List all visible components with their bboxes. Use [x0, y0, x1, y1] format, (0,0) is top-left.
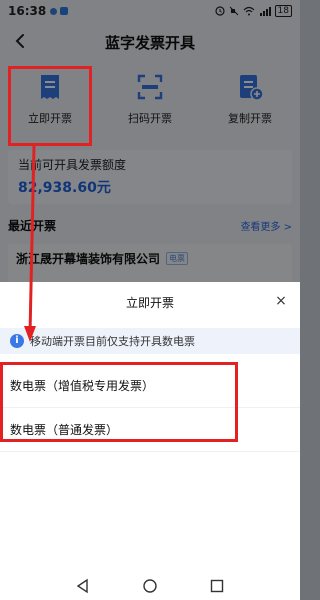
notice-text: 移动端开票目前仅支持开具数电票 — [30, 335, 195, 348]
notice-bar: i 移动端开票目前仅支持开具数电票 — [0, 328, 300, 354]
system-nav-bar — [0, 572, 300, 600]
recents-square-icon[interactable] — [209, 578, 225, 594]
annotation-box-issue-now — [8, 66, 92, 146]
sheet-title: 立即开票 — [125, 295, 174, 310]
close-icon[interactable]: × — [274, 294, 288, 308]
home-circle-icon[interactable] — [142, 578, 158, 594]
sheet-header: 立即开票 × — [0, 282, 300, 322]
back-triangle-icon[interactable] — [75, 578, 91, 594]
info-icon: i — [10, 334, 24, 348]
annotation-box-options — [0, 362, 238, 442]
